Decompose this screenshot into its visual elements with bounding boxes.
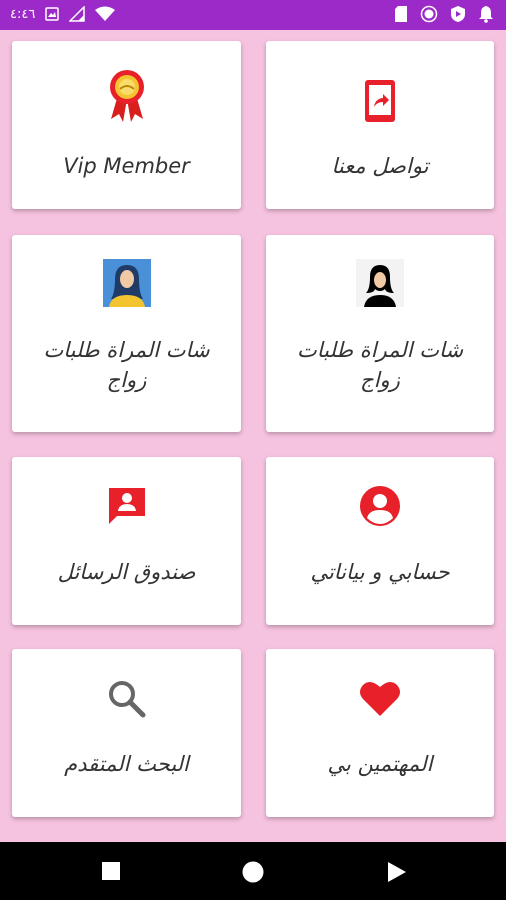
notification-bell-icon bbox=[478, 5, 494, 23]
woman-avatar-icon bbox=[12, 259, 241, 307]
wifi-icon bbox=[95, 6, 116, 22]
interested-in-me-label: المهتمين بي bbox=[327, 752, 433, 776]
women-chat-card[interactable]: شات المراة طلبات زواج bbox=[266, 235, 494, 432]
search-icon bbox=[12, 679, 241, 719]
vip-member-card[interactable]: Vip Member bbox=[12, 41, 241, 209]
contact-us-label: تواصل معنا bbox=[331, 154, 429, 178]
vip-member-label: Vip Member bbox=[63, 154, 190, 178]
women-chat-avatar-card[interactable]: شات المراة طلبات زواج bbox=[12, 235, 241, 432]
my-account-label: حسابي و بياناتي bbox=[310, 560, 450, 584]
sd-card-icon bbox=[394, 5, 408, 23]
cellular-signal-icon bbox=[69, 6, 86, 22]
back-button[interactable] bbox=[387, 861, 407, 887]
photo-notification-icon bbox=[45, 7, 60, 21]
contact-us-card[interactable]: تواصل معنا bbox=[266, 41, 494, 209]
my-account-card[interactable]: حسابي و بياناتي bbox=[266, 457, 494, 625]
status-bar: ٤:٤٦ bbox=[0, 0, 506, 30]
advanced-search-card[interactable]: البحث المتقدم bbox=[12, 649, 241, 817]
record-icon bbox=[420, 5, 438, 23]
navigation-bar bbox=[0, 842, 506, 900]
interested-in-me-card[interactable]: المهتمين بي bbox=[266, 649, 494, 817]
status-time: ٤:٤٦ bbox=[10, 6, 36, 22]
inbox-label: صندوق الرسائل bbox=[57, 560, 196, 584]
account-circle-icon bbox=[266, 485, 494, 527]
woman-silhouette-icon bbox=[266, 259, 494, 307]
recents-button[interactable] bbox=[101, 861, 121, 885]
inbox-card[interactable]: صندوق الرسائل bbox=[12, 457, 241, 625]
advanced-search-label: البحث المتقدم bbox=[64, 752, 189, 776]
home-button[interactable] bbox=[242, 861, 264, 887]
women-chat-label: شات المراة طلبات زواج bbox=[296, 338, 464, 392]
award-ribbon-icon bbox=[12, 67, 241, 123]
heart-icon bbox=[266, 679, 494, 717]
share-phone-icon bbox=[266, 79, 494, 123]
women-chat-avatar-label: شات المراة طلبات زواج bbox=[43, 338, 210, 392]
message-user-icon bbox=[12, 485, 241, 527]
shield-play-icon bbox=[450, 5, 466, 23]
